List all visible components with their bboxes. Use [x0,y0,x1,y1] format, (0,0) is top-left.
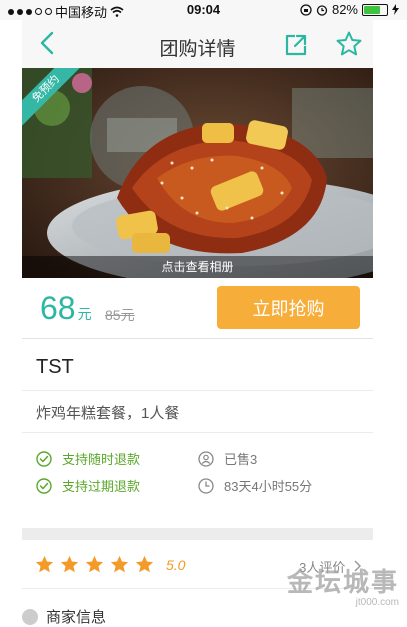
food-photo [22,68,373,278]
section-separator [22,528,373,540]
price-amount: 68 [40,290,76,326]
clock-icon [198,477,214,494]
page-title: 团购详情 [159,39,236,60]
battery-percent: 82% [331,2,358,17]
divider [22,432,373,433]
rating-star-icon [135,555,154,573]
time-left-label: 83天4小时55分 [224,479,313,494]
deal-photo[interactable]: 免预约 点击查看相册 [22,68,373,278]
status-right: 82% [300,2,399,17]
buy-now-button[interactable]: 立即抢购 [217,286,360,329]
sold-count: 已售3 [198,449,257,468]
watermark-main: 金坛城事 [286,567,399,597]
merchant-info-header[interactable]: 商家信息 [22,606,106,627]
rating-stars [34,554,155,575]
rating-star-icon [60,555,79,573]
view-album-hint[interactable]: 点击查看相册 [22,256,373,278]
battery-fill [364,5,380,14]
merchant-icon [22,608,38,625]
favorite-star-icon[interactable] [335,30,363,58]
feature-label: 支持过期退款 [62,479,141,494]
price-bar: 68 元 85元 立即抢购 [22,278,373,339]
current-price: 68 元 [40,290,92,327]
deal-title: TST [36,356,74,378]
feature-refund-expired: 支持过期退款 [36,476,140,495]
deal-description: 炸鸡年糕套餐，1人餐 [36,405,180,422]
site-watermark: 金坛城事 jt000.com [287,562,399,608]
nav-bar: 团购详情 [22,20,373,68]
rating-star-icon [110,555,129,573]
time-remaining: 83天4小时55分 [198,476,312,495]
sold-label: 已售3 [224,452,258,467]
merchant-label: 商家信息 [46,609,107,626]
user-circle-icon [198,450,214,467]
rating-star-icon [85,555,104,573]
feature-label: 支持随时退款 [62,452,141,467]
alarm-icon [316,4,328,16]
divider [22,390,373,391]
rating-star-icon [35,555,54,573]
price-unit: 元 [77,306,92,322]
share-icon[interactable] [284,33,308,57]
battery-icon [362,3,388,16]
original-price: 85元 [105,307,135,323]
charging-icon [392,4,399,15]
check-circle-icon [36,450,52,467]
feature-refund-anytime: 支持随时退款 [36,449,140,468]
status-bar: 中国移动 09:04 82% [0,0,407,20]
check-circle-icon [36,477,52,494]
rating-score: 5.0 [166,557,186,573]
rotation-lock-icon [300,3,312,16]
